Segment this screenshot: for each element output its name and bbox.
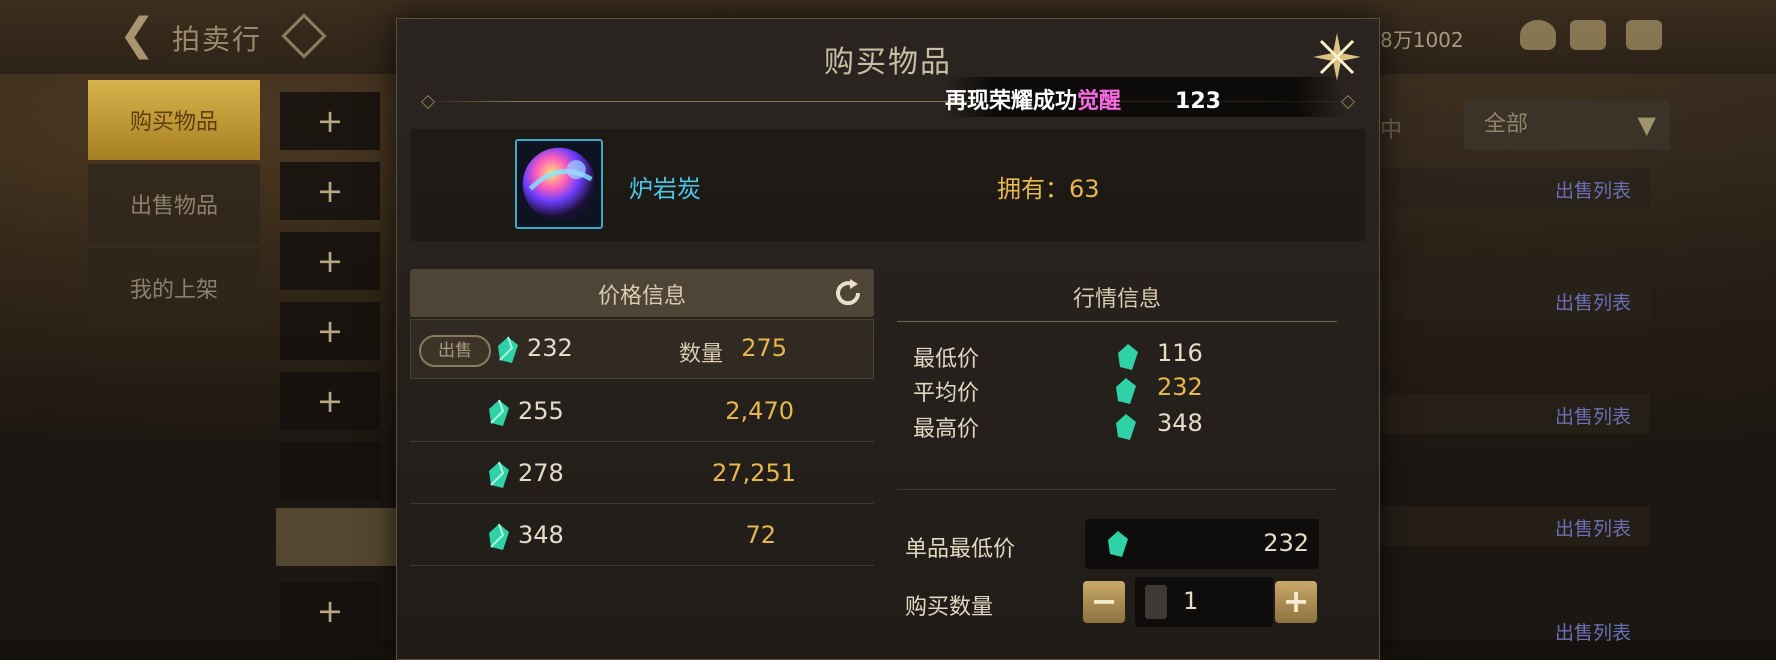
quantity-value: 27,251 — [712, 459, 796, 487]
category-add-button[interactable]: + — [280, 162, 380, 220]
gem-icon — [489, 523, 509, 550]
quantity-value: 72 — [745, 521, 776, 549]
category-add-button[interactable]: + — [280, 302, 380, 360]
filter-dropdown[interactable]: 全部 ▼ — [1464, 100, 1670, 150]
price-info-title: 价格信息 — [597, 284, 686, 309]
lowest-price-value: 116 — [1157, 339, 1203, 367]
price-row[interactable]: 出售 232 数量 275 — [410, 319, 874, 379]
owned-count: 拥有：63 — [997, 175, 1100, 203]
announcement-ticker: 再现荣耀成功觉醒 123 — [945, 77, 1345, 117]
calculator-icon[interactable] — [1145, 585, 1167, 619]
dialog-title: 购买物品 — [824, 45, 952, 80]
buy-item-dialog: 购买物品 再现荣耀成功觉醒 123 炉岩炭 拥有：63 价格信息 出售 232 … — [396, 18, 1380, 660]
sell-list-link[interactable]: 出售列表 — [1555, 514, 1631, 541]
gem-icon — [498, 336, 518, 363]
price-value: 348 — [518, 521, 564, 549]
gem-icon — [1116, 414, 1136, 440]
price-value: 232 — [527, 334, 573, 362]
item-orb-icon[interactable] — [515, 139, 603, 229]
gem-icon — [1116, 378, 1136, 404]
divider-ornament — [420, 94, 436, 110]
average-price-label: 平均价 — [913, 381, 980, 406]
price-value: 255 — [518, 397, 564, 425]
sell-list-link[interactable]: 出售列表 — [1555, 402, 1631, 429]
highest-price-label: 最高价 — [913, 417, 980, 442]
gem-icon — [1108, 531, 1128, 557]
category-add-button[interactable]: + — [280, 232, 380, 290]
help-diamond-icon[interactable] — [281, 13, 327, 59]
gem-icon — [1118, 344, 1138, 370]
ticker-text: 再现荣耀成功 — [945, 89, 1078, 114]
gem-icon — [489, 461, 509, 488]
average-price-value: 232 — [1157, 373, 1203, 401]
unit-min-price-value: 232 — [1263, 529, 1309, 557]
quantity-value: 2,470 — [725, 397, 794, 425]
purchase-quantity-label: 购买数量 — [905, 595, 994, 620]
quantity-input[interactable]: 1 — [1135, 577, 1273, 627]
price-row[interactable]: 255 2,470 — [410, 381, 874, 442]
sell-list-link[interactable]: 出售列表 — [1555, 288, 1631, 315]
page-title: 拍卖行 — [172, 23, 263, 56]
category-add-button[interactable]: + — [280, 92, 380, 150]
price-value: 278 — [518, 459, 564, 487]
filter-label: 中 — [1380, 118, 1403, 143]
increase-quantity-button[interactable]: + — [1275, 581, 1317, 623]
quantity-value: 275 — [741, 334, 787, 362]
gem-icon — [489, 399, 509, 426]
quantity-input-value: 1 — [1183, 587, 1199, 615]
refresh-icon[interactable] — [832, 277, 864, 309]
item-name: 炉岩炭 — [629, 175, 701, 203]
highest-price-value: 348 — [1157, 409, 1203, 437]
decrease-quantity-button[interactable]: − — [1083, 581, 1125, 623]
ticker-number: 123 — [1175, 89, 1221, 114]
lowest-price-label: 最低价 — [913, 347, 980, 372]
back-arrow-icon[interactable]: ❮ — [112, 10, 162, 60]
sell-list-link[interactable]: 出售列表 — [1555, 176, 1631, 203]
sell-list-link[interactable]: 出售列表 — [1555, 618, 1631, 645]
price-row[interactable]: 348 72 — [410, 505, 874, 566]
category-add-button[interactable]: + — [280, 582, 380, 640]
price-info-header: 价格信息 — [410, 269, 874, 317]
mail-icon[interactable] — [1570, 20, 1606, 50]
bag-icon[interactable] — [1520, 20, 1556, 50]
tab-my-listings[interactable]: 我的上架 — [88, 248, 260, 328]
unit-min-price-field: 232 — [1085, 519, 1319, 569]
unit-min-price-label: 单品最低价 — [905, 537, 1016, 562]
chevron-down-icon: ▼ — [1637, 111, 1656, 139]
tab-buy-items[interactable]: 购买物品 — [88, 80, 260, 160]
category-add-button[interactable]: + — [280, 372, 380, 430]
section-divider — [897, 489, 1337, 490]
ticker-highlight: 觉醒 — [1077, 89, 1122, 114]
sell-badge[interactable]: 出售 — [419, 335, 491, 367]
tab-sell-items[interactable]: 出售物品 — [88, 164, 260, 244]
market-info-title: 行情信息 — [1072, 287, 1161, 312]
category-slot-selected[interactable] — [276, 508, 396, 566]
market-divider — [897, 321, 1337, 322]
price-row[interactable]: 278 27,251 — [410, 443, 874, 504]
category-slot[interactable] — [280, 442, 380, 500]
filter-value: 全部 — [1484, 112, 1529, 137]
chat-icon[interactable] — [1626, 20, 1662, 50]
currency-amount: 8万1002 — [1380, 28, 1464, 52]
